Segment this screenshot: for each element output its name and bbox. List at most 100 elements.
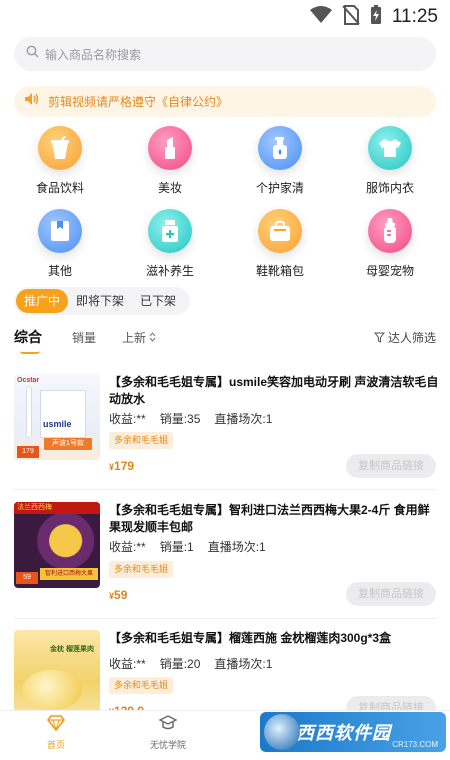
filter-label: 达人筛选 [387, 330, 436, 345]
notice-text: 剪辑视频请严格遵守《自律公约》 [48, 95, 229, 109]
product-tag: 多余和毛毛姐 [109, 677, 174, 694]
sort-sales[interactable]: 销量 [72, 329, 96, 346]
category-label: 个护家清 [255, 181, 304, 195]
category-label: 服饰内衣 [365, 181, 414, 195]
product-sales: 销量:20 [159, 657, 201, 671]
graduation-cap-icon [158, 715, 178, 730]
sort-new[interactable]: 上新 [122, 329, 156, 346]
category-label: 母婴宠物 [365, 264, 414, 278]
diamond-icon [46, 715, 66, 732]
product-stats: 收益:** 销量:1 直播场次:1 [109, 538, 266, 555]
product-earnings: 收益:** [109, 412, 146, 426]
tab-promoting[interactable]: 推广中 [16, 289, 69, 313]
category-label: 食品饮料 [35, 181, 84, 195]
category-apparel[interactable]: 服饰内衣 [340, 122, 440, 195]
product-sales: 销量:35 [159, 412, 201, 426]
price-value: 59 [114, 588, 128, 602]
status-bar: 11:25 [0, 0, 450, 34]
product-image-caption: 智利进口西梅大果 [40, 568, 98, 580]
product-image[interactable]: 法兰西西梅 智利进口西梅大果 59 [14, 502, 100, 588]
product-live-count: 直播场次:1 [214, 657, 273, 671]
product-price: ¥179 [109, 459, 134, 473]
price-value: 179 [114, 459, 135, 473]
product-live-count: 直播场次:1 [207, 540, 266, 554]
category-food-drink[interactable]: 食品饮料 [10, 122, 110, 195]
category-beauty[interactable]: 美妆 [120, 122, 220, 195]
product-image-label: 金枕 榴莲果肉 [50, 646, 94, 653]
product-earnings: 收益:** [109, 657, 146, 671]
category-label: 鞋靴箱包 [255, 264, 304, 278]
product-image-price-badge: 179 [17, 446, 39, 458]
status-tabs: 推广中 即将下架 已下架 [14, 287, 191, 315]
speaker-icon [24, 92, 40, 111]
product-image-price-badge: 59 [16, 572, 38, 584]
product-title[interactable]: 【多余和毛毛姐专属】榴莲西施 金枕榴莲肉300g*3盒 [109, 630, 439, 647]
search-input[interactable]: 输入商品名称搜索 [14, 37, 436, 71]
category-shoes-bags[interactable]: 鞋靴箱包 [230, 205, 330, 278]
sort-new-label: 上新 [122, 330, 147, 345]
search-icon [26, 45, 39, 63]
product-sales: 销量:1 [159, 540, 194, 554]
product-earnings: 收益:** [109, 540, 146, 554]
sort-bar: 综合 销量 上新 达人筛选 [14, 325, 436, 354]
category-health[interactable]: 滋补养生 [120, 205, 220, 278]
bottle-icon [258, 126, 302, 170]
product-stats: 收益:** 销量:20 直播场次:1 [109, 655, 272, 672]
influencer-filter-button[interactable]: 达人筛选 [373, 329, 436, 346]
brand-mark: Ocstar [17, 377, 40, 384]
category-label: 其他 [47, 264, 72, 278]
product-stats: 收益:** 销量:35 直播场次:1 [109, 410, 272, 427]
search-placeholder: 输入商品名称搜索 [45, 47, 142, 62]
watermark-logo: 西西软件园 CR173.COM [260, 712, 446, 752]
product-image-caption: 声波1号款 [44, 438, 92, 450]
product-tag: 多余和毛毛姐 [109, 432, 174, 449]
tab-home[interactable]: 首页 [16, 715, 96, 751]
wifi-icon [309, 5, 332, 29]
sort-arrows-icon [149, 331, 156, 342]
product-title[interactable]: 【多余和毛毛姐专属】智利进口法兰西西梅大果2-4斤 食用鲜果现发顺丰包邮 [109, 502, 439, 536]
sort-overall[interactable]: 综合 [14, 327, 42, 354]
tab-academy-label: 无忧学院 [149, 740, 186, 750]
box-icon [38, 209, 82, 253]
category-other[interactable]: 其他 [10, 205, 110, 278]
product-image[interactable]: Ocstar usmile 声波1号款 179 [14, 374, 100, 460]
tab-academy[interactable]: 无忧学院 [128, 715, 208, 751]
divider [14, 489, 436, 490]
divider [14, 618, 436, 619]
product-image-label: 法兰西西梅 [14, 502, 100, 514]
health-bottle-icon [148, 209, 192, 253]
product-tag: 多余和毛毛姐 [109, 561, 174, 578]
watermark-title: 西西软件园 [296, 723, 391, 743]
category-label: 滋补养生 [145, 264, 194, 278]
product-card[interactable]: 法兰西西梅 智利进口西梅大果 59 【多余和毛毛姐专属】智利进口法兰西西梅大果2… [0, 502, 450, 624]
no-sim-icon [342, 4, 360, 30]
product-live-count: 直播场次:1 [214, 412, 273, 426]
battery-charging-icon [370, 4, 382, 30]
product-image[interactable]: 金枕 榴莲果肉 [14, 630, 100, 716]
product-card[interactable]: Ocstar usmile 声波1号款 179 【多余和毛毛姐专属】usmile… [0, 374, 450, 496]
tab-home-label: 首页 [46, 740, 65, 750]
tab-soon-off[interactable]: 即将下架 [68, 289, 132, 313]
bag-icon [258, 209, 302, 253]
category-baby-pet[interactable]: 母婴宠物 [340, 205, 440, 278]
watermark-sub: CR173.COM [392, 740, 438, 749]
toothbrush-shape [26, 386, 32, 438]
baby-bottle-icon [368, 209, 412, 253]
notice-banner[interactable]: 剪辑视频请严格遵守《自律公约》 [14, 86, 436, 117]
status-time: 11:25 [391, 6, 438, 27]
tshirt-icon [368, 126, 412, 170]
lipstick-icon [148, 126, 192, 170]
sort-overall-label: 综合 [14, 329, 42, 345]
product-price: ¥59 [109, 588, 127, 602]
product-box-shape: usmile [40, 390, 86, 438]
copy-link-button[interactable]: 复制商品链接 [346, 582, 436, 606]
durian-shape [22, 670, 82, 710]
cup-icon [38, 126, 82, 170]
copy-link-button[interactable]: 复制商品链接 [346, 454, 436, 478]
category-label: 美妆 [157, 181, 182, 195]
category-personal-care[interactable]: 个护家清 [230, 122, 330, 195]
product-title[interactable]: 【多余和毛毛姐专属】usmile笑容加电动牙刷 声波清洁软毛自动放水 [109, 374, 439, 408]
filter-icon [373, 332, 385, 343]
watermark-circle [264, 714, 300, 750]
tab-off-shelf[interactable]: 已下架 [132, 289, 184, 313]
